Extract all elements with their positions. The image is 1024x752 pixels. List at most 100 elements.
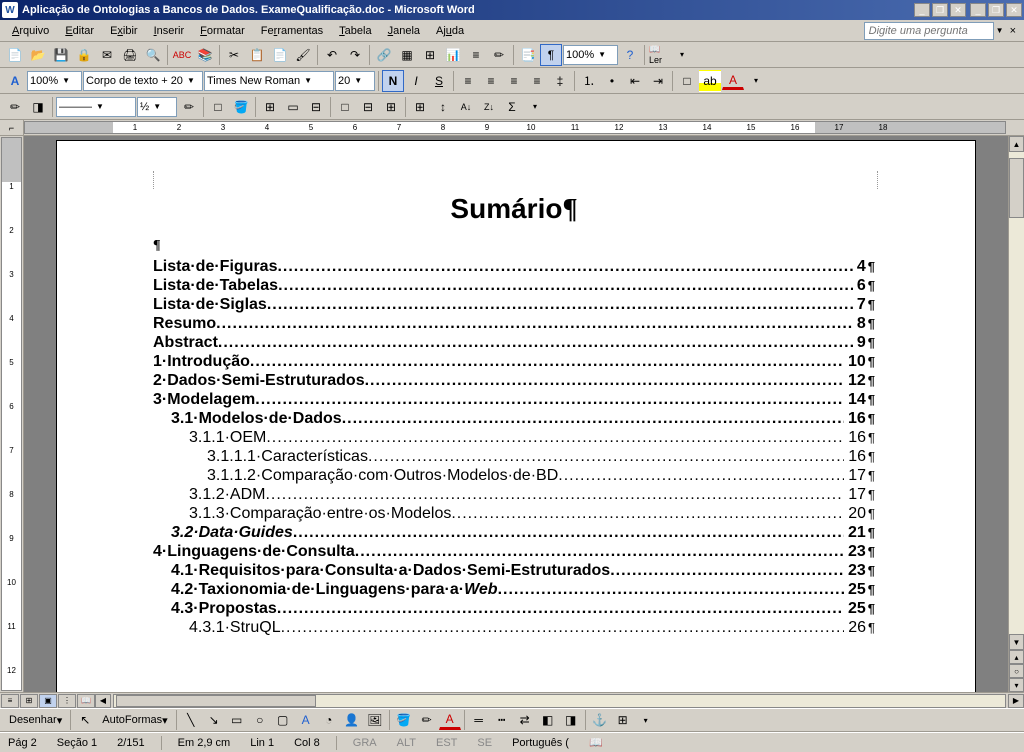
- increase-indent-button[interactable]: ⇥: [647, 70, 669, 92]
- menu-inserir[interactable]: Inserir: [146, 23, 193, 39]
- status-est[interactable]: EST: [432, 737, 461, 749]
- toc-entry[interactable]: 3.1.2·ADM17¶: [153, 486, 875, 504]
- redo-button[interactable]: ↷: [344, 44, 366, 66]
- status-alt[interactable]: ALT: [393, 737, 420, 749]
- toolbar-options-1[interactable]: ▾: [671, 44, 693, 66]
- hscroll-left-button[interactable]: ◀: [95, 694, 111, 708]
- bullets-button[interactable]: •: [601, 70, 623, 92]
- permission-button[interactable]: 🔒: [73, 44, 95, 66]
- insert-table-button-2[interactable]: ⊞: [259, 96, 281, 118]
- rectangle-button[interactable]: ▭: [226, 709, 248, 731]
- toc-entry[interactable]: 3.1.1.2·Comparação·com·Outros·Modelos·de…: [153, 467, 875, 485]
- fill-color-button[interactable]: 🪣: [393, 709, 415, 731]
- align-button[interactable]: □: [334, 96, 356, 118]
- menu-janela[interactable]: Janela: [380, 23, 428, 39]
- toolbar-close-button[interactable]: ×: [1006, 25, 1020, 37]
- tab-selector[interactable]: ⌐: [0, 120, 24, 135]
- border-color-button[interactable]: ✏: [178, 96, 200, 118]
- toc-entry[interactable]: 1·Introdução10¶: [153, 353, 875, 371]
- read-button[interactable]: 📖Ler: [648, 44, 670, 66]
- undo-button[interactable]: ↶: [321, 44, 343, 66]
- sort-desc-button[interactable]: Z↓: [478, 96, 500, 118]
- 3d-button[interactable]: ◨: [560, 709, 582, 731]
- menu-exibir[interactable]: Exibir: [102, 23, 146, 39]
- vertical-scrollbar[interactable]: ▲ ▼ ▴ ○ ▾: [1008, 136, 1024, 692]
- shadow-button[interactable]: ◧: [537, 709, 559, 731]
- toc-entry[interactable]: 4.2·Taxionomia·de·Linguagens·para·a·Web2…: [153, 581, 875, 599]
- insert-table-button[interactable]: ⊞: [419, 44, 441, 66]
- scroll-down-button[interactable]: ▼: [1009, 634, 1024, 650]
- toc-entry[interactable]: 3.1.1·OEM16¶: [153, 429, 875, 447]
- toolbar-options-4[interactable]: ▾: [635, 709, 657, 731]
- toc-entry[interactable]: Abstract9¶: [153, 334, 875, 352]
- save-button[interactable]: 💾: [50, 44, 72, 66]
- toc-entry[interactable]: Resumo8¶: [153, 315, 875, 333]
- menu-ferramentas[interactable]: Ferramentas: [253, 23, 331, 39]
- outside-border-button[interactable]: □: [207, 96, 229, 118]
- line-color-button[interactable]: ✏: [416, 709, 438, 731]
- status-gra[interactable]: GRA: [349, 737, 381, 749]
- oval-button[interactable]: ○: [249, 709, 271, 731]
- doc-close-button[interactable]: ✕: [1006, 3, 1022, 17]
- minimize-button[interactable]: _: [914, 3, 930, 17]
- ruler-vertical[interactable]: 1234567891011121314: [0, 136, 24, 692]
- scroll-up-button[interactable]: ▲: [1009, 136, 1024, 152]
- prev-page-button[interactable]: ▴: [1009, 650, 1024, 664]
- bold-button[interactable]: N: [382, 70, 404, 92]
- menu-arquivo[interactable]: Arquivo: [4, 23, 57, 39]
- help-button[interactable]: ?: [619, 44, 641, 66]
- toolbar-options-2[interactable]: ▾: [745, 70, 767, 92]
- dash-style-button[interactable]: ┅: [491, 709, 513, 731]
- menu-ajuda[interactable]: Ajuda: [428, 23, 472, 39]
- line-weight-combo[interactable]: ½▼: [137, 97, 177, 117]
- next-page-button[interactable]: ▾: [1009, 678, 1024, 692]
- arrow-style-button[interactable]: ⇄: [514, 709, 536, 731]
- format-painter-button[interactable]: 🖌: [292, 44, 314, 66]
- numbering-button[interactable]: ⒈: [578, 70, 600, 92]
- status-language[interactable]: Português (: [508, 737, 573, 749]
- excel-button[interactable]: 📊: [442, 44, 464, 66]
- status-se[interactable]: SE: [473, 737, 496, 749]
- zoom-combo-2[interactable]: 100%▼: [27, 71, 82, 91]
- spelling-button[interactable]: ABC: [171, 44, 193, 66]
- autosum-button[interactable]: Σ: [501, 96, 523, 118]
- ruler-horizontal[interactable]: ⌐ // marks generated below 1234567891011…: [0, 120, 1024, 136]
- toc-entry[interactable]: 3·Modelagem14¶: [153, 391, 875, 409]
- shading-color-button[interactable]: 🪣: [230, 96, 252, 118]
- toc-entry[interactable]: 4.3.1·StruQL26¶: [153, 619, 875, 637]
- cut-button[interactable]: ✂: [223, 44, 245, 66]
- underline-button[interactable]: S: [428, 70, 450, 92]
- split-cells-button[interactable]: ⊟: [305, 96, 327, 118]
- font-color-button-2[interactable]: A: [439, 711, 461, 730]
- clipart-button[interactable]: 👤: [341, 709, 363, 731]
- toc-entry[interactable]: 4.1·Requisitos·para·Consulta·a·Dados·Sem…: [153, 562, 875, 580]
- wordart-button[interactable]: A: [295, 709, 317, 731]
- grid-button[interactable]: ⊞: [612, 709, 634, 731]
- email-button[interactable]: ✉: [96, 44, 118, 66]
- show-hide-button[interactable]: ¶: [540, 44, 562, 66]
- italic-button[interactable]: I: [405, 70, 427, 92]
- text-direction-button[interactable]: ↕: [432, 96, 454, 118]
- borders-button[interactable]: □: [676, 70, 698, 92]
- select-browse-button[interactable]: ○: [1009, 664, 1024, 678]
- reading-view-button[interactable]: 📖: [77, 694, 95, 708]
- select-objects-button[interactable]: ↖: [74, 709, 96, 731]
- diagram-button[interactable]: ◔: [318, 709, 340, 731]
- normal-view-button[interactable]: ≡: [1, 694, 19, 708]
- help-search-input[interactable]: [864, 22, 994, 40]
- font-combo[interactable]: Times New Roman▼: [204, 71, 334, 91]
- toolbar-options-3[interactable]: ▾: [524, 96, 546, 118]
- toc-entry[interactable]: Lista·de·Figuras4¶: [153, 258, 875, 276]
- line-style-button[interactable]: ═: [468, 709, 490, 731]
- paste-button[interactable]: 📄: [269, 44, 291, 66]
- print-button[interactable]: 🖨: [119, 44, 141, 66]
- columns-button[interactable]: ≡: [465, 44, 487, 66]
- restore-button[interactable]: ❐: [932, 3, 948, 17]
- toc-entry[interactable]: 4.3·Propostas25¶: [153, 600, 875, 618]
- font-color-button[interactable]: A: [722, 71, 744, 90]
- menu-formatar[interactable]: Formatar: [192, 23, 253, 39]
- doc-map-button[interactable]: 📑: [517, 44, 539, 66]
- eraser-button[interactable]: ◨: [27, 96, 49, 118]
- hscroll-track[interactable]: [113, 694, 1006, 708]
- web-view-button[interactable]: ⊞: [20, 694, 38, 708]
